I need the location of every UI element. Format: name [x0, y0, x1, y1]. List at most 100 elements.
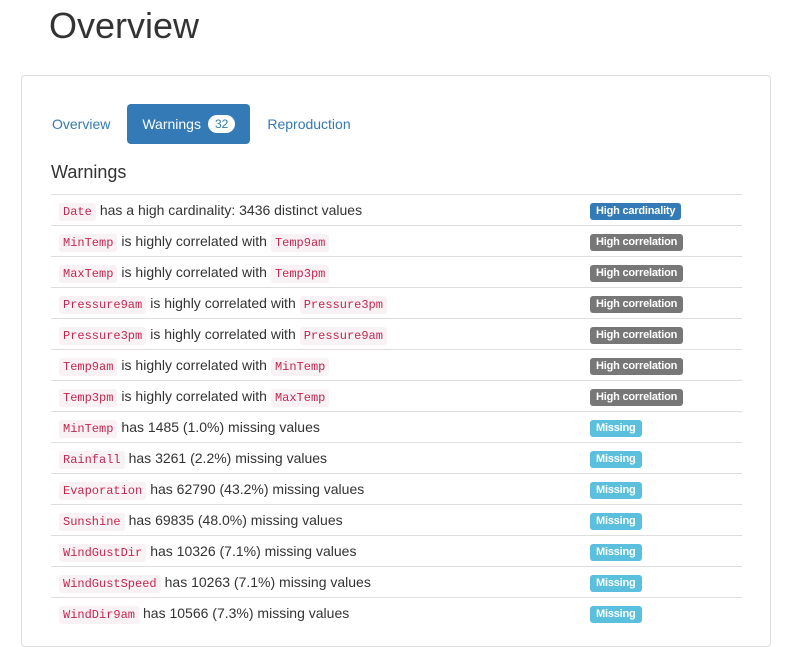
warning-type-badge: High correlation	[590, 326, 684, 344]
tab-overview-label: Overview	[52, 116, 111, 132]
column-name: Rainfall	[59, 450, 125, 469]
column-name: Sunshine	[59, 512, 125, 531]
nav-tabs: Overview Warnings 32 Reproduction	[37, 104, 368, 144]
warning-type-badge: Missing	[590, 481, 642, 499]
column-name: MaxTemp	[59, 264, 118, 283]
warning-label-cell: High correlation	[587, 380, 742, 412]
warning-label-cell: Missing	[587, 473, 742, 505]
tab-warnings-label: Warnings	[142, 116, 201, 132]
warning-message: MinTemp is highly correlated with Temp9am	[51, 225, 587, 257]
column-name: WindGustSpeed	[59, 574, 161, 593]
warning-text: is highly correlated with	[121, 387, 267, 404]
warning-type-badge: High correlation	[590, 295, 684, 313]
column-name: WindDir9am	[59, 605, 140, 624]
warning-message: Temp9am is highly correlated with MinTemp	[51, 349, 587, 381]
column-name: Date	[59, 202, 96, 221]
warning-type-badge: Missing	[590, 605, 642, 623]
warning-type-badge: High correlation	[590, 357, 684, 375]
warning-message: MaxTemp is highly correlated with Temp3pm	[51, 256, 587, 288]
warning-message: Date has a high cardinality: 3436 distinc…	[51, 194, 587, 226]
warning-label-cell: Missing	[587, 442, 742, 474]
table-row: MaxTemp is highly correlated with Temp3pm H…	[51, 256, 742, 288]
warning-label-cell: Missing	[587, 566, 742, 598]
page-title: Overview	[49, 5, 200, 46]
warning-label-cell: Missing	[587, 597, 742, 628]
warning-type-badge: Missing	[590, 543, 642, 561]
table-row: Rainfall has 3261 (2.2%) missing values Mi…	[51, 442, 742, 474]
column-name: MinTemp	[59, 419, 118, 438]
warning-message: WindGustSpeed has 10263 (7.1%) missing va…	[51, 566, 587, 598]
warning-message: WindDir9am has 10566 (7.3%) missing value…	[51, 597, 587, 628]
correlated-column-name: MinTemp	[270, 357, 330, 376]
warning-type-badge: High correlation	[590, 388, 684, 406]
warning-text: has 3261 (2.2%) missing values	[128, 449, 328, 466]
warning-message: Evaporation has 62790 (43.2%) missing val…	[51, 473, 587, 505]
column-name: Pressure3pm	[59, 326, 147, 345]
warning-text: has a high cardinality: 3436 distinct va…	[99, 201, 363, 218]
warning-type-badge: High correlation	[590, 264, 684, 282]
table-row: Temp3pm is highly correlated with MaxTemp H…	[51, 380, 742, 412]
column-name: MinTemp	[59, 233, 118, 252]
correlated-column-name: Temp3pm	[270, 264, 330, 283]
table-row: MinTemp is highly correlated with Temp9am H…	[51, 225, 742, 257]
warning-text: has 69835 (48.0%) missing values	[128, 511, 343, 528]
warning-text: is highly correlated with	[150, 294, 296, 311]
warning-message: Rainfall has 3261 (2.2%) missing values	[51, 442, 587, 474]
table-row: WindGustDir has 10326 (7.1%) missing valu…	[51, 535, 742, 567]
warning-message: Temp3pm is highly correlated with MaxTemp	[51, 380, 587, 412]
warning-label-cell: High correlation	[587, 318, 742, 350]
warning-message: Pressure3pm is highly correlated with Pres…	[51, 318, 587, 350]
correlated-column-name: Temp9am	[270, 233, 330, 252]
warning-label-cell: High correlation	[587, 225, 742, 257]
warning-label-cell: Missing	[587, 411, 742, 443]
warning-text: has 10566 (7.3%) missing values	[143, 604, 350, 621]
correlated-column-name: Pressure9am	[299, 326, 387, 345]
table-row: Evaporation has 62790 (43.2%) missing val…	[51, 473, 742, 505]
warning-type-badge: Missing	[590, 450, 642, 468]
warning-text: is highly correlated with	[121, 232, 267, 249]
tab-reproduction-label: Reproduction	[267, 116, 351, 132]
warnings-table: Date has a high cardinality: 3436 distinc…	[51, 194, 742, 628]
table-row: Temp9am is highly correlated with MinTemp H…	[51, 349, 742, 381]
section-title: Warnings	[51, 162, 127, 182]
correlated-column-name: MaxTemp	[270, 388, 330, 407]
warning-label-cell: High correlation	[587, 349, 742, 381]
table-row: Pressure9am is highly correlated with Pres…	[51, 287, 742, 319]
tab-warnings[interactable]: Warnings 32	[127, 104, 251, 144]
warning-type-badge: Missing	[590, 574, 642, 592]
warning-message: WindGustDir has 10326 (7.1%) missing valu…	[51, 535, 587, 567]
warning-label-cell: High correlation	[587, 256, 742, 288]
warnings-count-badge: 32	[207, 115, 236, 133]
warning-text: has 10326 (7.1%) missing values	[150, 542, 357, 559]
column-name: Temp9am	[59, 357, 118, 376]
column-name: Temp3pm	[59, 388, 118, 407]
warning-type-badge: High correlation	[590, 233, 684, 251]
warning-text: has 10263 (7.1%) missing values	[164, 573, 371, 590]
table-row: Date has a high cardinality: 3436 distinc…	[51, 194, 742, 226]
warning-label-cell: High cardinality	[587, 194, 742, 226]
warning-label-cell: Missing	[587, 504, 742, 536]
column-name: Evaporation	[59, 481, 147, 500]
warning-text: has 62790 (43.2%) missing values	[150, 480, 365, 497]
table-row: WindGustSpeed has 10263 (7.1%) missing va…	[51, 566, 742, 598]
warning-text: has 1485 (1.0%) missing values	[121, 418, 320, 435]
warning-type-badge: Missing	[590, 512, 642, 530]
warning-message: Sunshine has 69835 (48.0%) missing values	[51, 504, 587, 536]
warning-text: is highly correlated with	[121, 263, 267, 280]
warning-label-cell: High correlation	[587, 287, 742, 319]
warning-message: Pressure9am is highly correlated with Pres…	[51, 287, 587, 319]
correlated-column-name: Pressure3pm	[299, 295, 387, 314]
warnings-panel: Overview Warnings 32 Reproduction Warnin…	[21, 75, 771, 647]
warning-type-badge: High cardinality	[590, 202, 682, 220]
column-name: WindGustDir	[59, 543, 147, 562]
table-row: Pressure3pm is highly correlated with Pres…	[51, 318, 742, 350]
column-name: Pressure9am	[59, 295, 147, 314]
tab-reproduction[interactable]: Reproduction	[252, 104, 365, 144]
warning-text: is highly correlated with	[121, 356, 267, 373]
table-row: MinTemp has 1485 (1.0%) missing values Mis…	[51, 411, 742, 443]
warning-text: is highly correlated with	[150, 325, 296, 342]
warning-type-badge: Missing	[590, 419, 642, 437]
tab-overview[interactable]: Overview	[37, 104, 125, 144]
warning-label-cell: Missing	[587, 535, 742, 567]
table-row: Sunshine has 69835 (48.0%) missing values…	[51, 504, 742, 536]
